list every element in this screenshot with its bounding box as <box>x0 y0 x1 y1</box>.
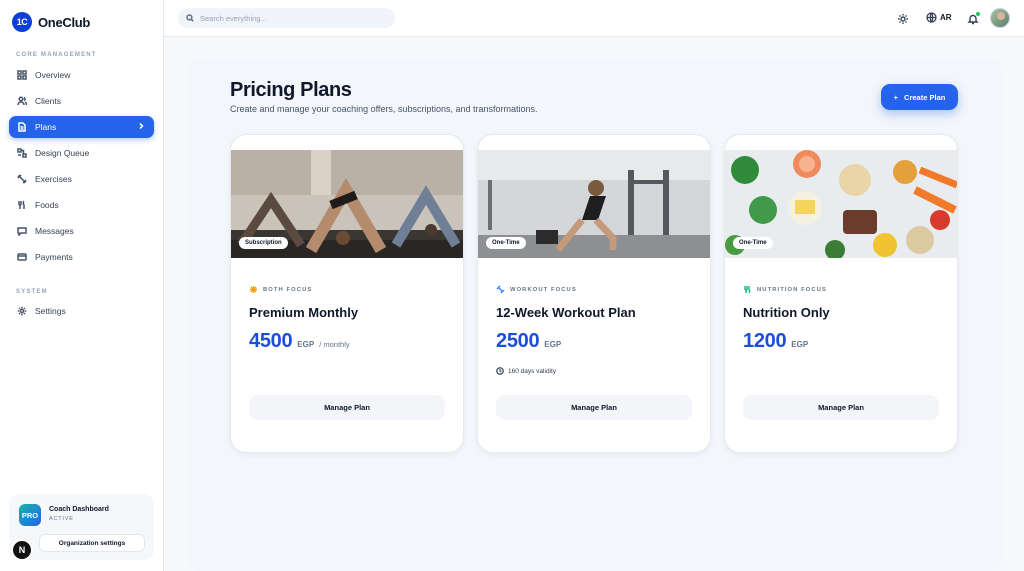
plan-currency: EGP <box>544 340 562 349</box>
plan-price: 4500 <box>249 330 293 352</box>
plan-period: / monthly <box>319 340 350 349</box>
language-label: AR <box>940 13 952 22</box>
plan-name: Premium Monthly <box>249 305 359 320</box>
plan-card-premium-monthly[interactable]: Subscription BOTH FOCUS Premium Monthly … <box>230 134 464 453</box>
chevron-right-icon <box>139 122 144 130</box>
globe-icon <box>926 12 937 23</box>
plan-focus: WORKOUT FOCUS <box>496 285 577 294</box>
plus-icon: + <box>893 92 899 102</box>
sidebar-item-settings[interactable]: Settings <box>9 300 154 322</box>
utensils-icon <box>744 285 751 293</box>
page-title: Pricing Plans <box>230 79 352 101</box>
core-management-label: CORE MANAGEMENT <box>16 52 97 58</box>
create-plan-button[interactable]: + Create Plan <box>881 84 958 110</box>
sidebar-item-label: Plans <box>35 122 57 132</box>
pro-card-status: ACTIVE <box>49 516 74 522</box>
plan-validity-label: 160 days validity <box>508 367 557 375</box>
create-plan-label: Create Plan <box>904 92 946 102</box>
sidebar-item-plans[interactable]: Plans <box>9 116 154 138</box>
users-icon <box>17 96 27 106</box>
language-switcher[interactable]: AR <box>926 12 952 23</box>
plan-price-row: 4500 EGP / monthly <box>249 330 350 353</box>
message-icon <box>17 227 27 236</box>
manage-plan-button[interactable]: Manage Plan <box>743 395 939 420</box>
pro-badge: PRO <box>19 504 41 526</box>
plan-validity: 160 days validity <box>496 367 556 375</box>
sidebar-item-label: Payments <box>35 252 73 262</box>
sidebar-item-label: Settings <box>35 306 66 316</box>
clock-icon <box>496 367 504 375</box>
workflow-icon <box>17 148 27 158</box>
notifications-button[interactable] <box>967 12 980 25</box>
system-label: SYSTEM <box>16 289 48 295</box>
plan-price-row: 1200 EGP <box>743 330 808 353</box>
sidebar-item-payments[interactable]: Payments <box>9 246 154 268</box>
sidebar-item-exercises[interactable]: Exercises <box>9 168 154 190</box>
sun-icon <box>898 14 908 24</box>
sidebar-item-label: Messages <box>35 226 74 236</box>
sidebar-item-label: Overview <box>35 70 71 80</box>
theme-toggle-button[interactable] <box>897 12 909 24</box>
dumbbell-icon <box>17 174 27 184</box>
plan-type-badge: One-Time <box>486 237 526 249</box>
sidebar-item-overview[interactable]: Overview <box>9 64 154 86</box>
manage-plan-button[interactable]: Manage Plan <box>496 395 692 420</box>
plan-price: 1200 <box>743 330 787 352</box>
manage-plan-button[interactable]: Manage Plan <box>249 395 445 420</box>
plan-price: 2500 <box>496 330 540 352</box>
search-placeholder: Search everything... <box>200 13 267 23</box>
brand[interactable]: 1C OneClub <box>12 12 90 32</box>
notification-dot <box>976 12 980 16</box>
plan-type-badge: Subscription <box>239 237 288 249</box>
page-subtitle: Create and manage your coaching offers, … <box>230 104 538 114</box>
sidebar: 1C OneClub CORE MANAGEMENT Overview Clie… <box>0 0 164 571</box>
plan-card-nutrition-only[interactable]: One-Time NUTRITION FOCUS Nutrition Only … <box>724 134 958 453</box>
sidebar-item-clients[interactable]: Clients <box>9 90 154 112</box>
utensils-icon <box>18 200 25 209</box>
sidebar-item-label: Design Queue <box>35 148 90 158</box>
plan-name: 12-Week Workout Plan <box>496 305 636 320</box>
sidebar-item-design-queue[interactable]: Design Queue <box>9 142 154 164</box>
plan-focus: BOTH FOCUS <box>249 285 312 294</box>
app-name: OneClub <box>38 14 91 30</box>
avatar[interactable] <box>990 8 1010 28</box>
search-icon <box>186 14 194 22</box>
sidebar-item-messages[interactable]: Messages <box>9 220 154 242</box>
plan-price-row: 2500 EGP <box>496 330 561 353</box>
oneclub-logo-icon: 1C <box>12 12 32 32</box>
plan-type-badge: One-Time <box>733 237 773 249</box>
sidebar-item-foods[interactable]: Foods <box>9 194 154 216</box>
topbar: Search everything... AR <box>164 0 1024 37</box>
sidebar-item-label: Clients <box>35 96 61 106</box>
gear-icon <box>17 306 27 316</box>
sidebar-item-label: Foods <box>35 200 59 210</box>
grid-icon <box>17 70 27 80</box>
organization-settings-button[interactable]: Organization settings <box>39 534 145 552</box>
plan-focus: NUTRITION FOCUS <box>743 285 827 294</box>
sparkle-icon <box>250 286 257 293</box>
plan-focus-label: WORKOUT FOCUS <box>510 286 577 293</box>
plan-focus-label: BOTH FOCUS <box>263 286 313 293</box>
card-icon <box>17 253 27 261</box>
sidebar-item-label: Exercises <box>35 174 72 184</box>
document-icon <box>18 122 26 132</box>
plan-name: Nutrition Only <box>743 305 830 320</box>
plan-card-12-week-workout[interactable]: One-Time WORKOUT FOCUS 12-Week Workout P… <box>477 134 711 453</box>
dev-tools-badge[interactable]: N <box>11 539 33 561</box>
dumbbell-icon <box>496 285 505 294</box>
pro-card-title: Coach Dashboard <box>49 506 109 513</box>
plan-currency: EGP <box>791 340 809 349</box>
plan-focus-label: NUTRITION FOCUS <box>757 286 827 293</box>
plan-currency: EGP <box>297 340 315 349</box>
search-input[interactable]: Search everything... <box>178 8 395 28</box>
